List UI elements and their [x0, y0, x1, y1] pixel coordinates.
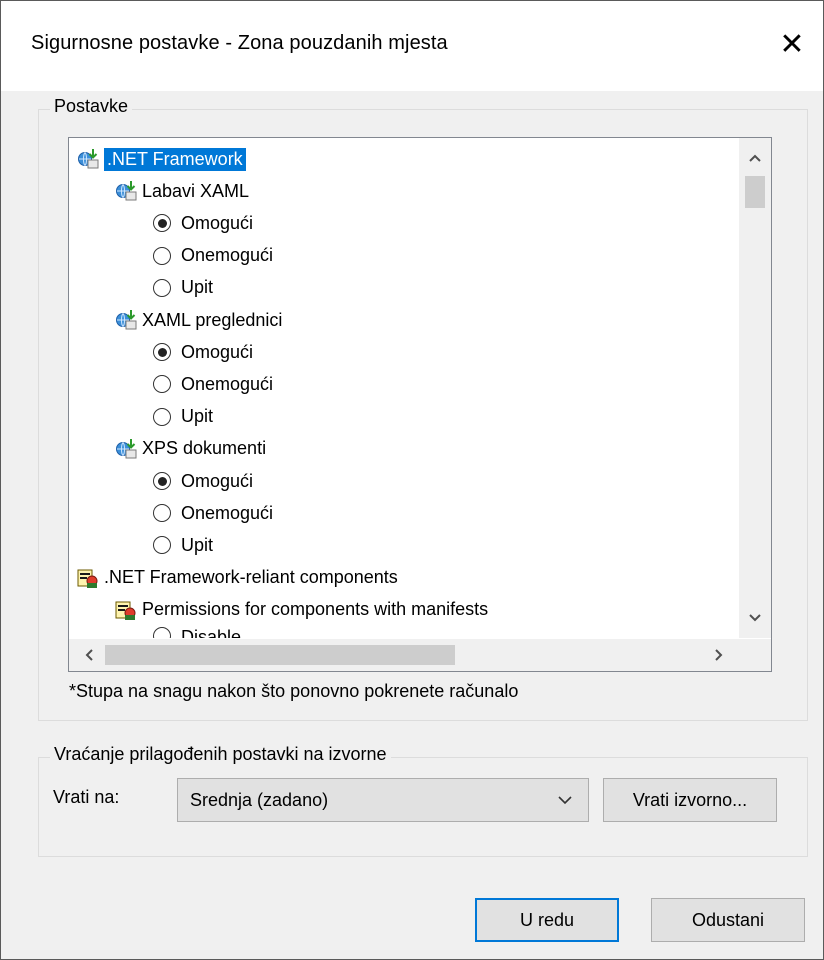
reset-button[interactable]: Vrati izvorno... [603, 778, 777, 822]
scroll-down-icon[interactable] [739, 602, 771, 634]
dialog-title: Sigurnosne postavke - Zona pouzdanih mje… [31, 32, 448, 54]
network-download-icon [115, 438, 137, 460]
tree-option[interactable]: Onemogući [153, 498, 273, 528]
ok-button[interactable]: U redu [475, 898, 619, 942]
network-download-icon [115, 180, 137, 202]
radio-unchecked-icon[interactable] [153, 407, 171, 426]
tree-item-label: Omogući [181, 212, 254, 233]
vertical-scroll-thumb[interactable] [745, 176, 765, 208]
tree-item-label: .NET Framework [104, 147, 246, 171]
tree-item-label: Onemogući [181, 245, 274, 266]
radio-unchecked-icon[interactable] [153, 504, 171, 523]
chevron-down-icon [558, 796, 572, 805]
security-level-value: Srednja (zadano) [190, 790, 329, 810]
radio-dot [157, 347, 167, 357]
tree-option[interactable]: Omogući [153, 466, 253, 496]
network-download-icon [77, 148, 99, 170]
tree-item-label: Omogući [181, 341, 254, 362]
certificate-components-icon [77, 567, 99, 589]
radio-unchecked-icon[interactable] [153, 375, 171, 394]
network-download-icon [115, 309, 137, 331]
tree-setting[interactable]: XPS dokumenti [115, 434, 266, 464]
radio-dot [157, 476, 167, 486]
radio-checked-icon[interactable] [153, 214, 171, 233]
tree-setting[interactable]: Labavi XAML [115, 176, 249, 206]
radio-unchecked-icon[interactable] [153, 627, 171, 638]
scrollbar-corner [739, 639, 771, 671]
settings-group-label: Postavke [50, 96, 133, 117]
tree-item-label: Upit [181, 534, 214, 555]
tree-option[interactable]: Onemogući [153, 369, 273, 399]
certificate-components-icon [115, 599, 137, 621]
settings-tree-content: .NET Framework Labavi XAML Omogući Onemoguć… [69, 138, 739, 638]
tree-option[interactable]: Disable [153, 627, 241, 638]
tree-item-label: .NET Framework-reliant components [104, 567, 398, 588]
radio-unchecked-icon[interactable] [153, 536, 171, 555]
reset-group-label: Vraćanje prilagođenih postavki na izvorn… [50, 744, 391, 765]
tree-setting[interactable]: XAML preglednici [115, 305, 282, 335]
settings-tree[interactable]: .NET Framework Labavi XAML Omogući Onemoguć… [68, 137, 772, 672]
radio-checked-icon[interactable] [153, 472, 171, 490]
security-settings-dialog: Sigurnosne postavke - Zona pouzdanih mje… [0, 0, 824, 960]
horizontal-scrollbar[interactable] [69, 639, 739, 671]
tree-category[interactable]: .NET Framework [77, 144, 246, 174]
cancel-button[interactable]: Odustani [651, 898, 805, 942]
tree-option[interactable]: Upit [153, 273, 213, 303]
title-bar[interactable]: Sigurnosne postavke - Zona pouzdanih mje… [1, 1, 823, 91]
restart-note: *Stupa na snagu nakon što ponovno pokren… [69, 681, 519, 701]
tree-item-label: Upit [181, 277, 214, 298]
tree-item-label: XAML preglednici [142, 309, 283, 330]
tree-item-label: Disable [181, 627, 242, 638]
vertical-scrollbar[interactable] [739, 138, 771, 638]
tree-item-label: Onemogući [181, 373, 274, 394]
scroll-left-icon[interactable] [73, 639, 105, 671]
tree-item-label: Upit [181, 406, 214, 427]
tree-item-label: Omogući [181, 470, 254, 491]
tree-option[interactable]: Omogući [153, 208, 253, 238]
scroll-right-icon[interactable] [703, 639, 735, 671]
tree-category[interactable]: .NET Framework-reliant components [77, 563, 398, 593]
security-level-select[interactable]: Srednja (zadano) [177, 778, 589, 822]
tree-setting[interactable]: Permissions for components with manifest… [115, 595, 488, 625]
tree-item-label: XPS dokumenti [142, 438, 267, 459]
close-icon[interactable]: ✕ [761, 19, 823, 71]
tree-option[interactable]: Onemogući [153, 241, 273, 271]
radio-unchecked-icon[interactable] [153, 278, 171, 297]
tree-item-label: Labavi XAML [142, 180, 250, 201]
scroll-up-icon[interactable] [739, 142, 771, 174]
tree-option[interactable]: Upit [153, 530, 213, 560]
radio-dot [157, 218, 167, 228]
reset-to-label: Vrati na: [53, 787, 120, 807]
tree-item-label: Onemogući [181, 502, 274, 523]
tree-option[interactable]: Upit [153, 402, 213, 432]
radio-checked-icon[interactable] [153, 343, 171, 362]
tree-item-label: Permissions for components with manifest… [142, 599, 489, 620]
tree-option[interactable]: Omogući [153, 337, 253, 367]
horizontal-scroll-thumb[interactable] [105, 645, 455, 665]
radio-unchecked-icon[interactable] [153, 246, 171, 265]
